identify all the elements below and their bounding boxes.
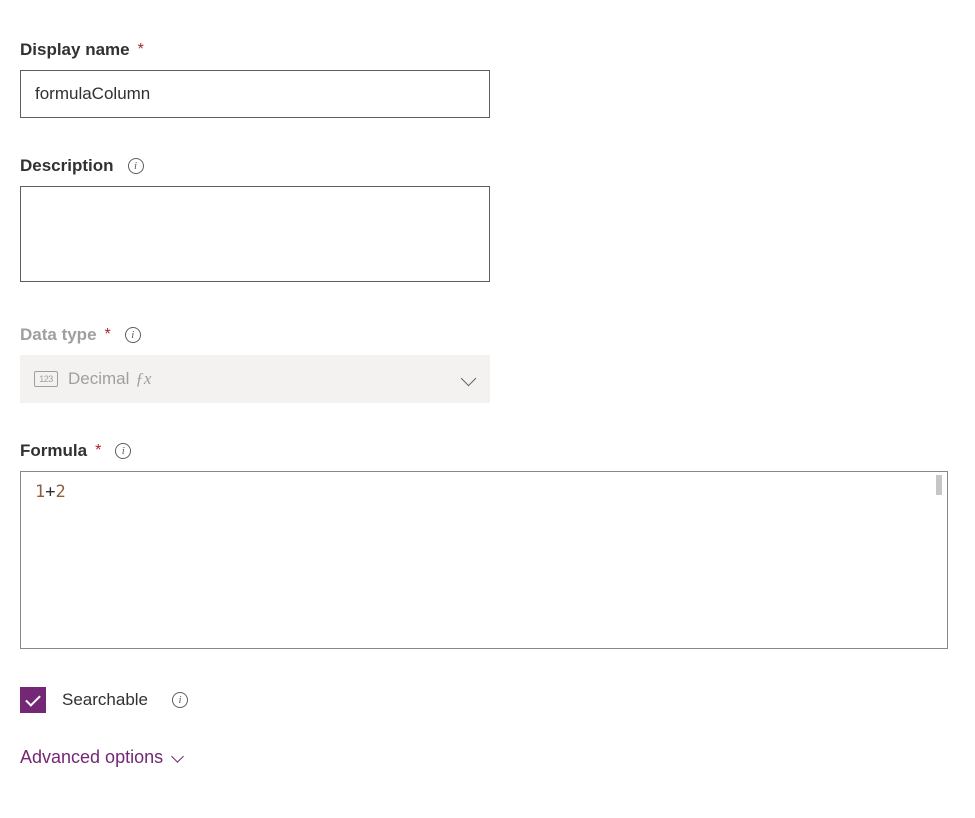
data-type-label: Data type xyxy=(20,325,97,345)
display-name-input[interactable] xyxy=(20,70,490,118)
data-type-text: Decimal xyxy=(68,369,129,389)
number-type-icon: 123 xyxy=(34,371,58,387)
data-type-label-row: Data type * i xyxy=(20,325,955,345)
description-input[interactable] xyxy=(20,186,490,282)
formula-content: 1+2 xyxy=(35,482,66,502)
formula-number: 2 xyxy=(56,482,66,502)
formula-input[interactable]: 1+2 xyxy=(20,471,948,649)
info-icon[interactable]: i xyxy=(128,158,144,174)
display-name-label-row: Display name * xyxy=(20,40,955,60)
advanced-options-label: Advanced options xyxy=(20,747,163,768)
required-indicator: * xyxy=(105,326,111,344)
searchable-label: Searchable xyxy=(62,690,148,710)
info-icon[interactable]: i xyxy=(115,443,131,459)
chevron-down-icon xyxy=(173,754,184,761)
info-icon[interactable]: i xyxy=(125,327,141,343)
required-indicator: * xyxy=(138,41,144,59)
searchable-checkbox[interactable] xyxy=(20,687,46,713)
description-label: Description xyxy=(20,156,114,176)
description-label-row: Description i xyxy=(20,156,955,176)
display-name-label: Display name xyxy=(20,40,130,60)
formula-number: 1 xyxy=(35,482,45,502)
data-type-value: Decimal ƒx xyxy=(68,369,462,389)
info-icon[interactable]: i xyxy=(172,692,188,708)
advanced-options-toggle[interactable]: Advanced options xyxy=(20,747,955,768)
searchable-row: Searchable i xyxy=(20,687,955,713)
scrollbar-thumb[interactable] xyxy=(936,475,942,495)
formula-label-row: Formula * i xyxy=(20,441,955,461)
formula-operator: + xyxy=(45,482,55,502)
display-name-field: Display name * xyxy=(20,40,955,118)
formula-field: Formula * i 1+2 xyxy=(20,441,955,649)
chevron-down-icon xyxy=(462,375,476,384)
data-type-select[interactable]: 123 Decimal ƒx xyxy=(20,355,490,403)
description-field: Description i xyxy=(20,156,955,287)
required-indicator: * xyxy=(95,442,101,460)
fx-icon: ƒx xyxy=(135,369,151,389)
formula-label: Formula xyxy=(20,441,87,461)
checkmark-icon xyxy=(25,691,41,707)
data-type-field: Data type * i 123 Decimal ƒx xyxy=(20,325,955,403)
